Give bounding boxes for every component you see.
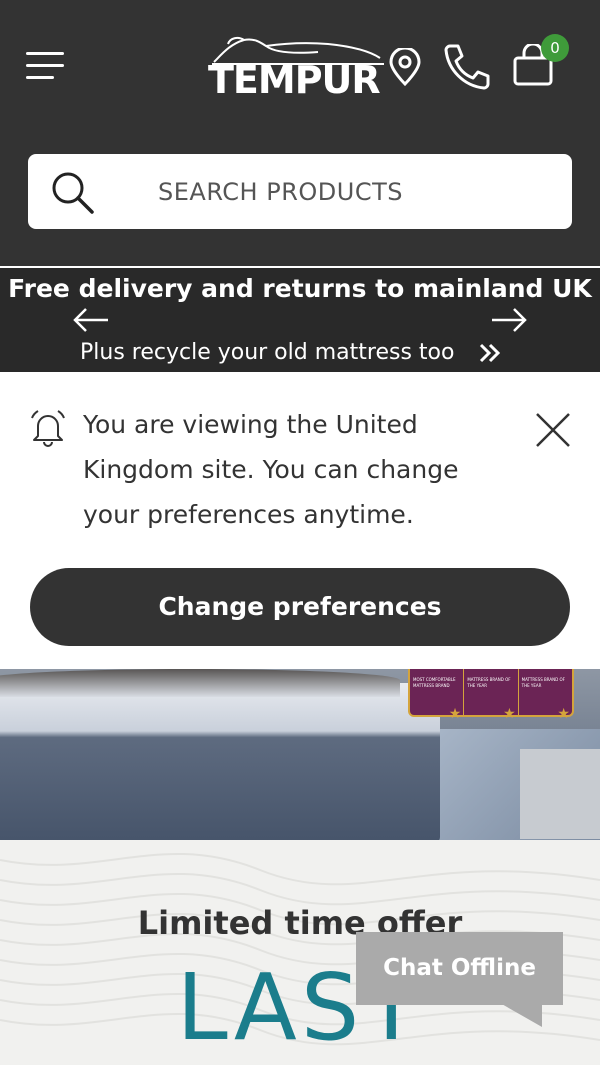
award-badge: MATTRESS BRAND OF THE YEAR ★ [464,669,519,722]
cart-count-badge: 0 [541,34,569,62]
star-icon: ★ [557,706,570,722]
hero-image: MOST COMFORTABLE MATTRESS BRAND ★ MATTRE… [0,669,600,840]
change-preferences-button[interactable]: Change preferences [30,568,570,646]
arrow-right-icon[interactable] [490,306,528,334]
chat-widget-button[interactable]: Chat Offline [356,932,563,1005]
mattress-image [0,683,440,840]
double-chevron-right-icon[interactable] [478,342,502,364]
sleeper-image [0,669,400,697]
promo-subtitle[interactable]: Plus recycle your old mattress too [80,340,454,365]
region-notice: You are viewing the United Kingdom site.… [0,372,600,669]
bell-icon [31,410,65,447]
star-icon: ★ [503,706,516,722]
menu-button[interactable] [26,52,64,80]
close-icon[interactable] [534,411,572,449]
arrow-left-icon[interactable] [72,306,110,334]
phone-icon[interactable] [442,42,492,90]
store-locator-icon[interactable] [388,48,422,86]
promo-banner: Free delivery and returns to mainland UK… [0,266,600,372]
site-header: TEMPUR 0 [0,0,600,266]
menu-icon-bar [26,64,64,67]
tempur-logo[interactable]: TEMPUR [208,32,392,102]
award-badge: MOST COMFORTABLE MATTRESS BRAND ★ [410,669,465,722]
awards-badges: MOST COMFORTABLE MATTRESS BRAND ★ MATTRE… [408,669,574,722]
bedside-shelf [520,749,600,839]
search-input[interactable] [158,172,538,212]
award-badge: MATTRESS BRAND OF THE YEAR ★ [521,677,570,722]
promo-title: Free delivery and returns to mainland UK [8,274,592,303]
menu-icon-bar [26,76,54,79]
chat-bubble-tail [500,1003,542,1027]
search-icon[interactable] [50,170,96,216]
search-bar[interactable] [28,154,572,229]
notice-message: You are viewing the United Kingdom site.… [83,410,459,529]
brand-name: TEMPUR [208,58,381,102]
menu-icon-bar [26,52,64,55]
star-icon: ★ [448,706,462,722]
